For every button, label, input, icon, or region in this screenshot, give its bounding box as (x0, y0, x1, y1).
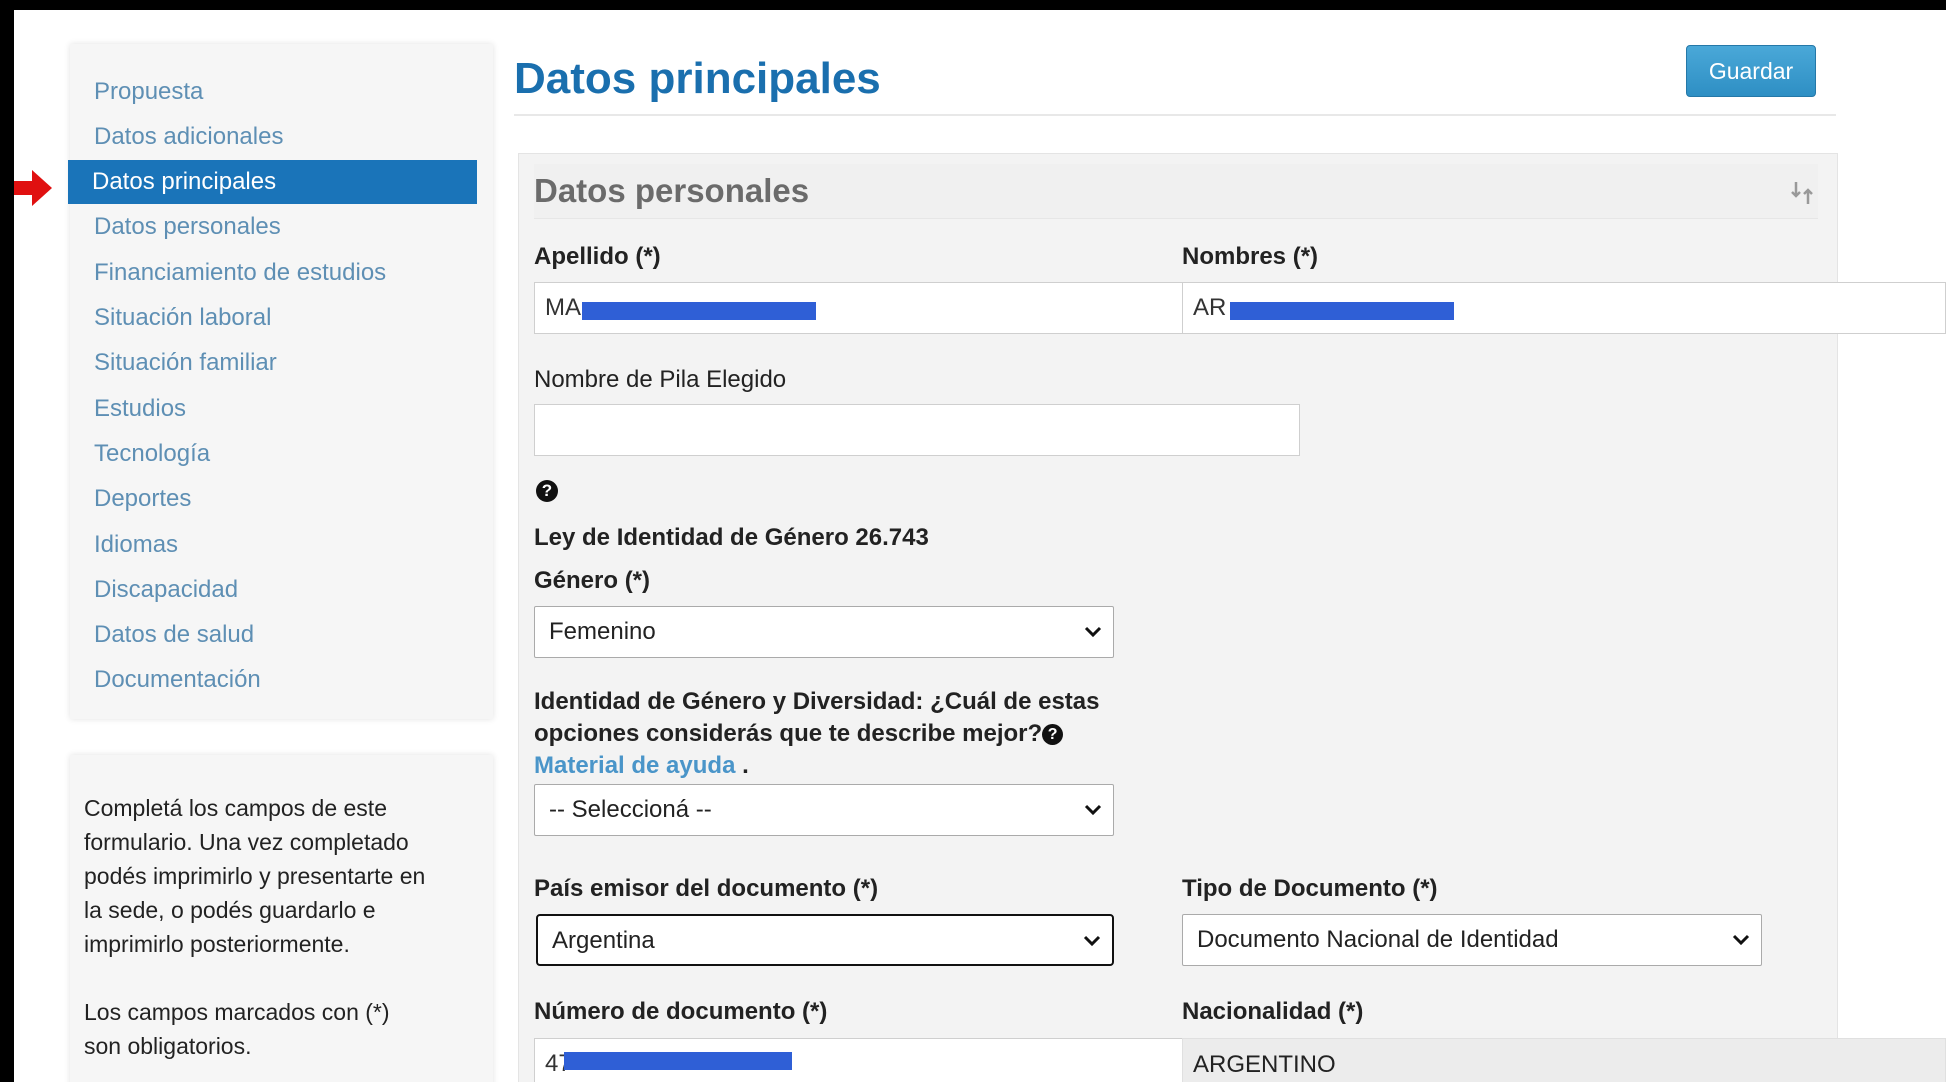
ley-label: Ley de Identidad de Género 26.743 (534, 524, 929, 551)
app-frame: Propuesta Datos adicionales Datos princi… (14, 10, 1946, 1082)
pointer-arrow-icon (14, 170, 52, 206)
help-line: Completá los campos de este (84, 795, 387, 821)
sidebar-item-deportes[interactable]: Deportes (70, 477, 493, 521)
nacionalidad-label: Nacionalidad (*) (1182, 998, 1364, 1025)
section-title: Datos personales (534, 172, 810, 209)
sidebar-item-propuesta[interactable]: Propuesta (70, 70, 493, 114)
pila-label: Nombre de Pila Elegido (534, 366, 787, 393)
help-paragraph-2: Los campos marcados con (*) son obligato… (84, 995, 464, 1063)
identidad-label: Identidad de Género y Diversidad: ¿Cuál … (534, 688, 1100, 779)
sidebar-item-situacion-familiar[interactable]: Situación familiar (70, 341, 493, 385)
numero-label: Número de documento (*) (534, 998, 828, 1025)
chevron-down-icon (1732, 934, 1750, 946)
title-divider (514, 114, 1836, 116)
help-paragraph-1: Completá los campos de este formulario. … (84, 791, 464, 961)
pais-select[interactable]: Argentina (536, 914, 1114, 966)
genero-select[interactable]: Femenino (534, 606, 1114, 658)
sidebar-item-datos-principales[interactable]: Datos principales (68, 160, 477, 204)
identidad-value: -- Seleccioná -- (549, 796, 712, 823)
sidebar-nav: Propuesta Datos adicionales Datos princi… (68, 44, 493, 719)
tipo-label: Tipo de Documento (*) (1182, 875, 1438, 902)
identidad-select[interactable]: -- Seleccioná -- (534, 784, 1114, 836)
material-ayuda-link[interactable]: Material de ayuda (534, 752, 735, 779)
chevron-down-icon (1084, 626, 1102, 638)
help-line: podés imprimirlo y presentarte en (84, 863, 426, 889)
sidebar-item-datos-personales[interactable]: Datos personales (70, 205, 493, 249)
help-line: formulario. Una vez completado (84, 829, 409, 855)
pila-input[interactable] (534, 404, 1300, 456)
page-title: Datos principales (514, 54, 881, 103)
nombres-value: AR (1193, 294, 1227, 321)
chevron-down-icon (1084, 804, 1102, 816)
help-panel: Completá los campos de este formulario. … (70, 755, 493, 1082)
collapse-toggle-icon[interactable] (1790, 178, 1816, 208)
help-icon[interactable]: ? (1042, 724, 1064, 745)
tipo-value: Documento Nacional de Identidad (1197, 926, 1559, 953)
sidebar-item-estudios[interactable]: Estudios (70, 387, 493, 431)
apellido-label: Apellido (*) (534, 243, 661, 270)
nombres-label: Nombres (*) (1182, 243, 1319, 270)
genero-label: Género (*) (534, 567, 651, 594)
nacionalidad-field: ARGENTINO (1182, 1038, 1946, 1082)
redaction-bar (564, 1052, 792, 1070)
identidad-label-line: opciones considerás que te describe mejo… (534, 720, 1043, 747)
help-line: imprimirlo posteriormente. (84, 931, 350, 957)
nacionalidad-value: ARGENTINO (1193, 1051, 1336, 1078)
help-line: son obligatorios. (84, 1033, 252, 1059)
sidebar-item-datos-salud[interactable]: Datos de salud (70, 613, 493, 657)
sidebar-item-datos-adicionales[interactable]: Datos adicionales (70, 115, 493, 159)
tipo-select[interactable]: Documento Nacional de Identidad (1182, 914, 1762, 966)
genero-value: Femenino (549, 618, 656, 645)
apellido-value: MA (545, 294, 581, 321)
sidebar-item-situacion-laboral[interactable]: Situación laboral (70, 296, 493, 340)
sidebar-item-financiamiento[interactable]: Financiamiento de estudios (70, 251, 493, 295)
pais-value: Argentina (552, 927, 655, 954)
redaction-bar (582, 302, 816, 320)
pais-label: País emisor del documento (*) (534, 875, 879, 902)
help-line: Los campos marcados con (*) (84, 999, 390, 1025)
help-icon[interactable]: ? (536, 480, 558, 502)
sidebar-item-tecnologia[interactable]: Tecnología (70, 432, 493, 476)
sidebar-item-discapacidad[interactable]: Discapacidad (70, 568, 493, 612)
redaction-bar (1230, 302, 1454, 320)
sidebar-item-idiomas[interactable]: Idiomas (70, 523, 493, 567)
help-line: la sede, o podés guardarlo e (84, 897, 376, 923)
save-button[interactable]: Guardar (1686, 45, 1816, 97)
chevron-down-icon (1083, 935, 1101, 947)
sidebar-item-documentacion[interactable]: Documentación (70, 658, 493, 702)
identidad-label-line: Identidad de Género y Diversidad: ¿Cuál … (534, 688, 1100, 715)
